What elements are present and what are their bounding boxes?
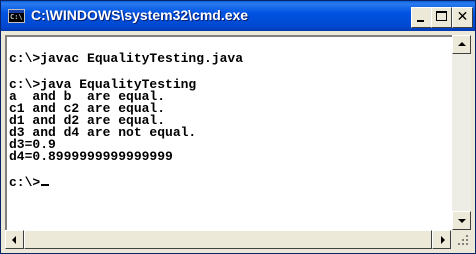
grip-dot xyxy=(458,243,460,245)
horizontal-scrollbar[interactable] xyxy=(5,230,452,249)
close-icon: ✕ xyxy=(456,9,469,25)
maximize-icon xyxy=(436,11,447,21)
window-title: C:\WINDOWS\system32\cmd.exe xyxy=(31,7,249,23)
arrow-left-icon xyxy=(12,236,16,244)
console-output[interactable]: c:\>javac EqualityTesting.java c:\>java … xyxy=(5,35,452,230)
arrow-right-icon xyxy=(441,236,445,244)
close-button[interactable]: ✕ xyxy=(452,7,473,28)
grip-dot xyxy=(462,239,464,241)
grip-dot xyxy=(466,235,468,237)
title-bar[interactable]: C:\ C:\WINDOWS\system32\cmd.exe ✕ xyxy=(1,1,475,31)
cmd-console-icon[interactable]: C:\ xyxy=(8,9,25,23)
arrow-up-icon xyxy=(458,42,466,46)
scroll-right-button[interactable] xyxy=(432,230,451,249)
arrow-down-icon xyxy=(458,219,466,223)
console-line: c:\>javac EqualityTesting.java xyxy=(9,51,244,66)
text-cursor xyxy=(41,184,50,186)
prompt-line: c:\> xyxy=(9,175,50,190)
minimize-icon xyxy=(417,20,424,22)
scroll-down-button[interactable] xyxy=(452,211,471,230)
maximize-button[interactable] xyxy=(431,7,452,28)
grip-dot xyxy=(466,243,468,245)
resize-grip-icon[interactable] xyxy=(452,230,471,249)
grip-dot xyxy=(462,243,464,245)
scroll-left-button[interactable] xyxy=(5,230,24,249)
console-line: d4=0.8999999999999999 xyxy=(9,149,173,164)
scroll-up-button[interactable] xyxy=(452,35,471,54)
minimize-button[interactable] xyxy=(411,7,432,28)
grip-dot xyxy=(466,239,468,241)
icon-text: C:\ xyxy=(10,13,23,21)
horizontal-scroll-thumb[interactable] xyxy=(24,230,432,249)
prompt-text: c:\> xyxy=(9,175,41,190)
cmd-window: C:\ C:\WINDOWS\system32\cmd.exe ✕ c:\>ja… xyxy=(0,0,476,254)
vertical-scrollbar[interactable] xyxy=(452,35,471,230)
